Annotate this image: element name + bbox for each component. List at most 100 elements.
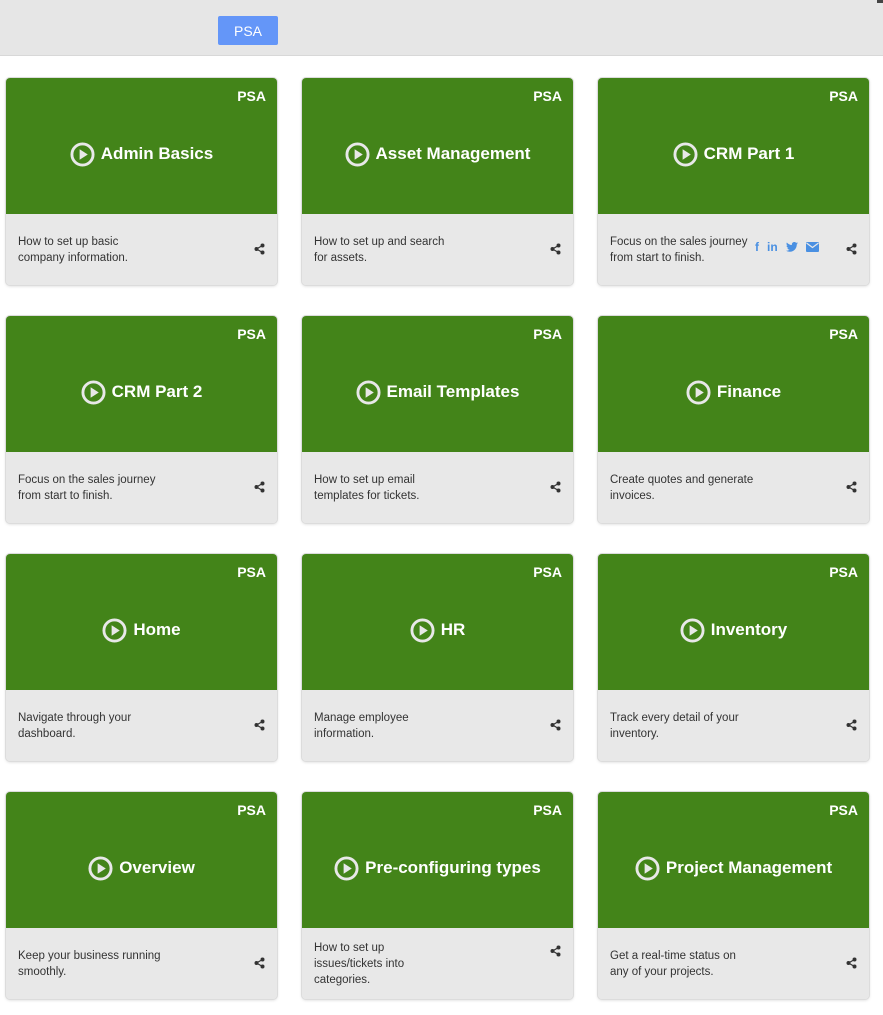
card-thumbnail[interactable]: PSA Home — [6, 554, 277, 690]
card-description: Get a real-time status on any of your pr… — [610, 949, 736, 978]
card-thumbnail[interactable]: PSA HR — [302, 554, 573, 690]
course-card[interactable]: PSA HR Manage employee information. — [302, 554, 573, 761]
card-footer: Create quotes and generate invoices. — [598, 452, 869, 523]
card-title: CRM Part 2 — [111, 382, 203, 401]
product-tag: PSA — [533, 88, 562, 104]
product-tag: PSA — [829, 564, 858, 580]
course-card[interactable]: PSA Pre-configuring types How to set up … — [302, 792, 573, 999]
card-title: Admin Basics — [100, 144, 214, 163]
card-description: How to set up issues/tickets into catego… — [314, 941, 405, 986]
product-tag: PSA — [237, 88, 266, 104]
card-description: Track every detail of your inventory. — [610, 711, 739, 740]
share-icon[interactable] — [550, 481, 561, 493]
course-card[interactable]: PSA Inventory Track every detail of your… — [598, 554, 869, 761]
product-tag: PSA — [533, 802, 562, 818]
card-description: Manage employee information. — [314, 711, 409, 740]
twitter-icon[interactable] — [785, 242, 798, 252]
card-thumbnail[interactable]: PSA CRM Part 1 — [598, 78, 869, 214]
card-description: Create quotes and generate invoices. — [610, 473, 754, 502]
course-card[interactable]: PSA Home Navigate through your dashboard… — [6, 554, 277, 761]
product-tag: PSA — [237, 326, 266, 342]
card-footer: How to set up email templates for ticket… — [302, 452, 573, 523]
card-title: Inventory — [710, 620, 788, 639]
share-icon[interactable] — [254, 481, 265, 493]
card-title: Asset Management — [375, 144, 531, 163]
card-thumbnail[interactable]: PSA CRM Part 2 — [6, 316, 277, 452]
course-card[interactable]: PSA Finance Create quotes and generate i… — [598, 316, 869, 523]
share-icon[interactable] — [254, 719, 265, 731]
course-card[interactable]: PSA Asset Management How to set up and s… — [302, 78, 573, 285]
play-icon — [356, 379, 381, 405]
share-icon[interactable] — [254, 243, 265, 255]
course-card[interactable]: PSA Project Management Get a real-time s… — [598, 792, 869, 999]
scrollbar-edge — [877, 0, 883, 3]
card-thumbnail[interactable]: PSA Finance — [598, 316, 869, 452]
card-title: Overview — [119, 858, 195, 877]
play-icon — [334, 855, 359, 881]
card-footer: Keep your business running smoothly. — [6, 928, 277, 999]
card-title: Email Templates — [386, 382, 520, 401]
card-footer: How to set up issues/tickets into catego… — [302, 928, 573, 999]
card-footer: Focus on the sales journey from start to… — [598, 214, 869, 285]
card-thumbnail[interactable]: PSA Pre-configuring types — [302, 792, 573, 928]
play-icon — [635, 855, 660, 881]
course-card[interactable]: PSA CRM Part 2 Focus on the sales journe… — [6, 316, 277, 523]
share-icon[interactable] — [846, 481, 857, 493]
card-thumbnail[interactable]: PSA Asset Management — [302, 78, 573, 214]
play-icon — [70, 141, 95, 167]
play-icon — [345, 141, 370, 167]
product-tag: PSA — [829, 802, 858, 818]
share-icon[interactable] — [846, 957, 857, 969]
card-title: CRM Part 1 — [703, 144, 795, 163]
card-thumbnail[interactable]: PSA Inventory — [598, 554, 869, 690]
card-footer: How to set up basic company information. — [6, 214, 277, 285]
share-icon[interactable] — [550, 719, 561, 731]
play-icon — [102, 617, 127, 643]
card-description: Focus on the sales journey from start to… — [610, 235, 748, 264]
share-icon[interactable] — [846, 719, 857, 731]
card-thumbnail[interactable]: PSA Admin Basics — [6, 78, 277, 214]
email-icon[interactable] — [805, 242, 819, 252]
product-tag: PSA — [829, 326, 858, 342]
course-card[interactable]: PSA Admin Basics How to set up basic com… — [6, 78, 277, 285]
play-icon — [410, 617, 435, 643]
card-title: Finance — [716, 382, 782, 401]
card-title: Home — [133, 620, 181, 639]
share-icon[interactable] — [550, 243, 561, 255]
card-footer: Navigate through your dashboard. — [6, 690, 277, 761]
play-icon — [680, 617, 705, 643]
card-description: Focus on the sales journey from start to… — [18, 473, 156, 502]
facebook-icon[interactable]: f — [755, 240, 759, 254]
card-description: How to set up basic company information. — [18, 235, 128, 264]
course-card[interactable]: PSA Overview Keep your business running … — [6, 792, 277, 999]
card-thumbnail[interactable]: PSA Email Templates — [302, 316, 573, 452]
play-icon — [81, 379, 106, 405]
share-icon[interactable] — [254, 957, 265, 969]
card-description: Keep your business running smoothly. — [18, 949, 161, 978]
card-title: HR — [440, 620, 466, 639]
card-footer: Manage employee information. — [302, 690, 573, 761]
course-card[interactable]: PSA CRM Part 1 Focus on the sales journe… — [598, 78, 869, 285]
card-description: How to set up email templates for ticket… — [314, 473, 420, 502]
card-description: How to set up and search for assets. — [314, 235, 445, 264]
card-thumbnail[interactable]: PSA Project Management — [598, 792, 869, 928]
product-tag: PSA — [829, 88, 858, 104]
course-card[interactable]: PSA Email Templates How to set up email … — [302, 316, 573, 523]
share-icon[interactable] — [846, 243, 857, 255]
product-tag: PSA — [533, 326, 562, 342]
product-tag: PSA — [237, 802, 266, 818]
social-share-row: f in — [755, 240, 819, 254]
card-title: Pre-configuring types — [365, 858, 541, 877]
card-title: Project Management — [665, 858, 833, 877]
linkedin-icon[interactable]: in — [767, 240, 778, 254]
filter-psa-button[interactable]: PSA — [218, 16, 278, 45]
card-footer: Get a real-time status on any of your pr… — [598, 928, 869, 999]
filter-bar: PSA — [0, 0, 883, 56]
product-tag: PSA — [237, 564, 266, 580]
play-icon — [686, 379, 711, 405]
card-footer: Focus on the sales journey from start to… — [6, 452, 277, 523]
card-thumbnail[interactable]: PSA Overview — [6, 792, 277, 928]
card-description: Navigate through your dashboard. — [18, 711, 132, 740]
share-icon[interactable] — [550, 945, 561, 957]
play-icon — [673, 141, 698, 167]
